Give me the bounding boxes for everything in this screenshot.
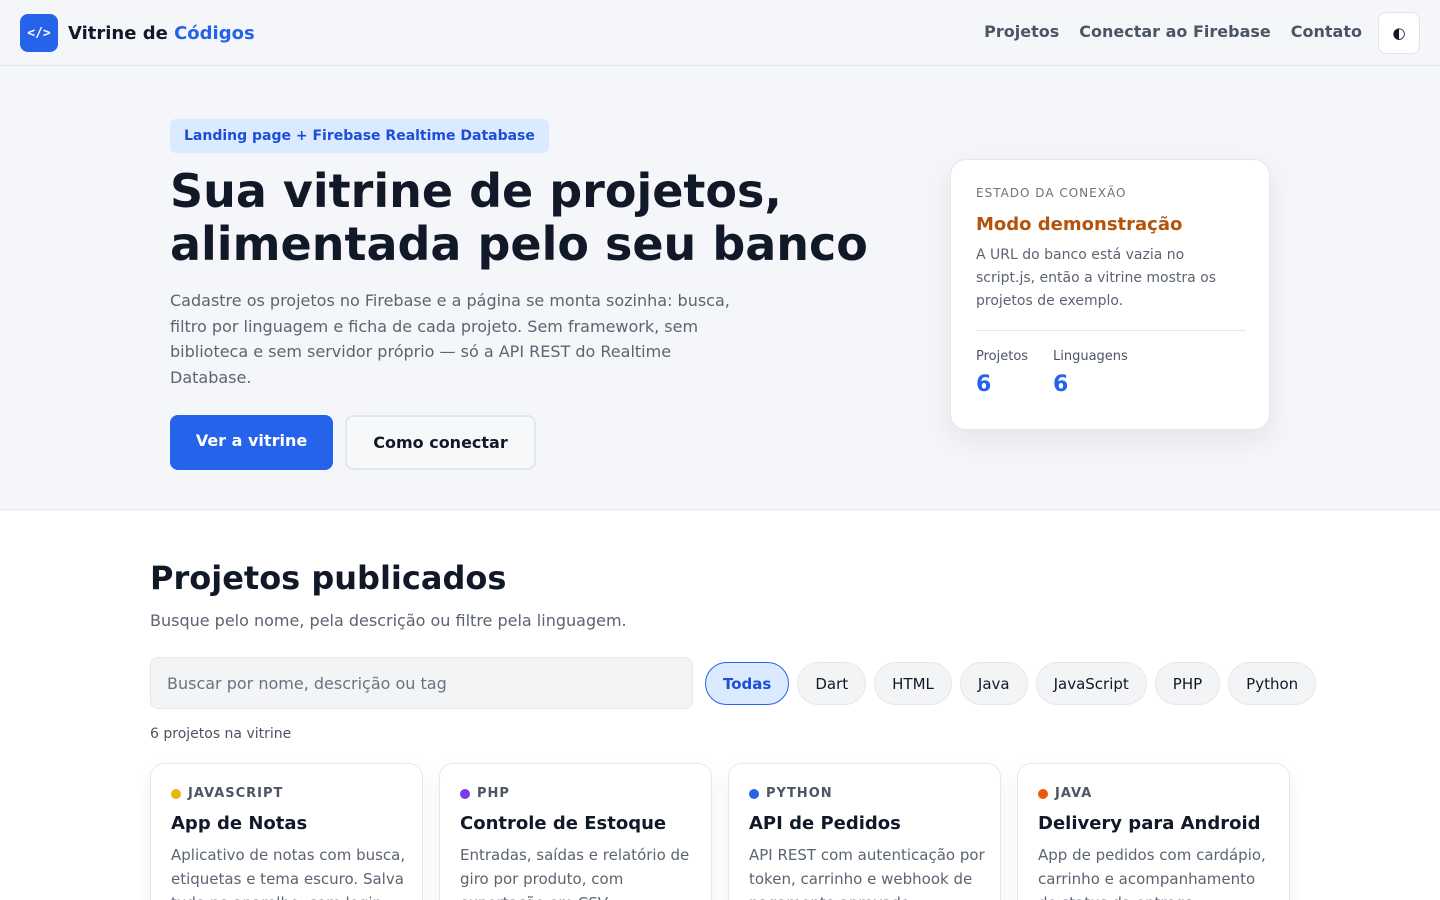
projects-title: Projetos publicados (150, 559, 507, 597)
status-card-divider (976, 330, 1246, 331)
filter-chip-python[interactable]: Python (1228, 662, 1317, 705)
projects-section: Projetos publicados Busque pelo nome, pe… (0, 511, 1440, 900)
project-card[interactable]: JAVASCRIPT App de Notas Aplicativo de no… (150, 763, 423, 900)
stat-projetos-value: 6 (976, 372, 992, 397)
project-card[interactable]: PYTHON API de Pedidos API REST com auten… (728, 763, 1001, 900)
project-language: PYTHON (749, 786, 833, 801)
project-search-input[interactable] (150, 657, 693, 709)
hero-eyebrow-badge: Landing page + Firebase Realtime Databas… (170, 119, 549, 153)
stat-projetos-label: Projetos (976, 349, 1029, 364)
hero-title-line-1: Sua vitrine de projetos, (170, 164, 782, 218)
project-card[interactable]: PHP Controle de Estoque Entradas, saídas… (439, 763, 712, 900)
filter-chip-javascript[interactable]: JavaScript (1035, 662, 1147, 705)
project-description: Aplicativo de notas com busca, etiquetas… (171, 846, 406, 900)
filter-chip-dart[interactable]: Dart (797, 662, 867, 705)
contrast-icon: ◐ (1392, 24, 1406, 42)
stat-linguagens-label: Linguagens (1053, 349, 1128, 364)
stat-linguagens: Linguagens 6 (1053, 349, 1128, 397)
filter-chip-java[interactable]: Java (959, 662, 1028, 705)
brand-name-accent: Códigos (174, 22, 255, 44)
project-language: JAVASCRIPT (171, 786, 283, 801)
hero-title: Sua vitrine de projetos, alimentada pelo… (170, 165, 890, 271)
hero-section: Landing page + Firebase Realtime Databas… (0, 67, 1440, 510)
hero-title-line-2: alimentada pelo seu banco (170, 217, 868, 271)
language-dot-icon (1038, 788, 1048, 799)
filter-chip-todas[interactable]: Todas (705, 662, 790, 705)
nav-link-projetos[interactable]: Projetos (984, 22, 1059, 41)
language-dot-icon (749, 788, 759, 799)
project-description: API REST com autenticação por token, car… (749, 846, 985, 900)
project-description: App de pedidos com cardápio, carrinho e … (1038, 846, 1266, 900)
main-nav: Projetos Conectar ao Firebase Contato (984, 22, 1362, 41)
language-dot-icon (171, 788, 181, 799)
project-card[interactable]: JAVA Delivery para Android App de pedido… (1017, 763, 1290, 900)
filter-chip-html[interactable]: HTML (874, 662, 952, 705)
top-navbar: </> Vitrine de Códigos Projetos Conectar… (0, 0, 1440, 66)
language-filter-chips: Todas Dart HTML Java JavaScript PHP Pyth… (705, 662, 1317, 705)
theme-toggle-button[interactable]: ◐ (1378, 12, 1420, 54)
stat-projetos: Projetos 6 (976, 349, 1028, 397)
ver-vitrine-button[interactable]: Ver a vitrine (170, 415, 333, 470)
projects-subtitle: Busque pelo nome, pela descrição ou filt… (150, 611, 627, 630)
projects-count: 6 projetos na vitrine (150, 726, 292, 742)
connection-mode-description: A URL do banco está vazia no script.js, … (976, 247, 1217, 309)
project-language-label: PHP (477, 786, 510, 801)
project-language: PHP (460, 786, 510, 801)
project-language-label: JAVA (1055, 786, 1093, 801)
language-dot-icon (460, 788, 470, 799)
project-title: App de Notas (171, 813, 308, 834)
hero-lead-text: Cadastre os projetos no Firebase e a pág… (170, 291, 730, 387)
project-language-label: JAVASCRIPT (188, 786, 284, 801)
code-brackets-icon: </> (20, 14, 58, 52)
como-conectar-button[interactable]: Como conectar (345, 415, 536, 470)
project-language-label: PYTHON (766, 786, 833, 801)
project-description: Entradas, saídas e relatório de giro por… (460, 846, 690, 900)
status-card-eyebrow: ESTADO DA CONEXÃO (976, 186, 1127, 200)
nav-link-conectar-firebase[interactable]: Conectar ao Firebase (1079, 22, 1271, 41)
brand-logo-link[interactable]: </> Vitrine de Códigos (20, 14, 255, 52)
connection-status-card: ESTADO DA CONEXÃO Modo demonstração A UR… (950, 159, 1270, 430)
connection-mode-label: Modo demonstração (976, 214, 1183, 235)
brand-name-prefix: Vitrine de (68, 22, 175, 44)
project-title: Controle de Estoque (460, 813, 667, 834)
filter-chip-php[interactable]: PHP (1154, 662, 1221, 705)
project-title: Delivery para Android (1038, 813, 1261, 834)
brand-name: Vitrine de Códigos (68, 23, 255, 44)
nav-link-contato[interactable]: Contato (1291, 22, 1362, 41)
project-language: JAVA (1038, 786, 1092, 801)
project-title: API de Pedidos (749, 813, 901, 834)
stat-linguagens-value: 6 (1053, 372, 1069, 397)
